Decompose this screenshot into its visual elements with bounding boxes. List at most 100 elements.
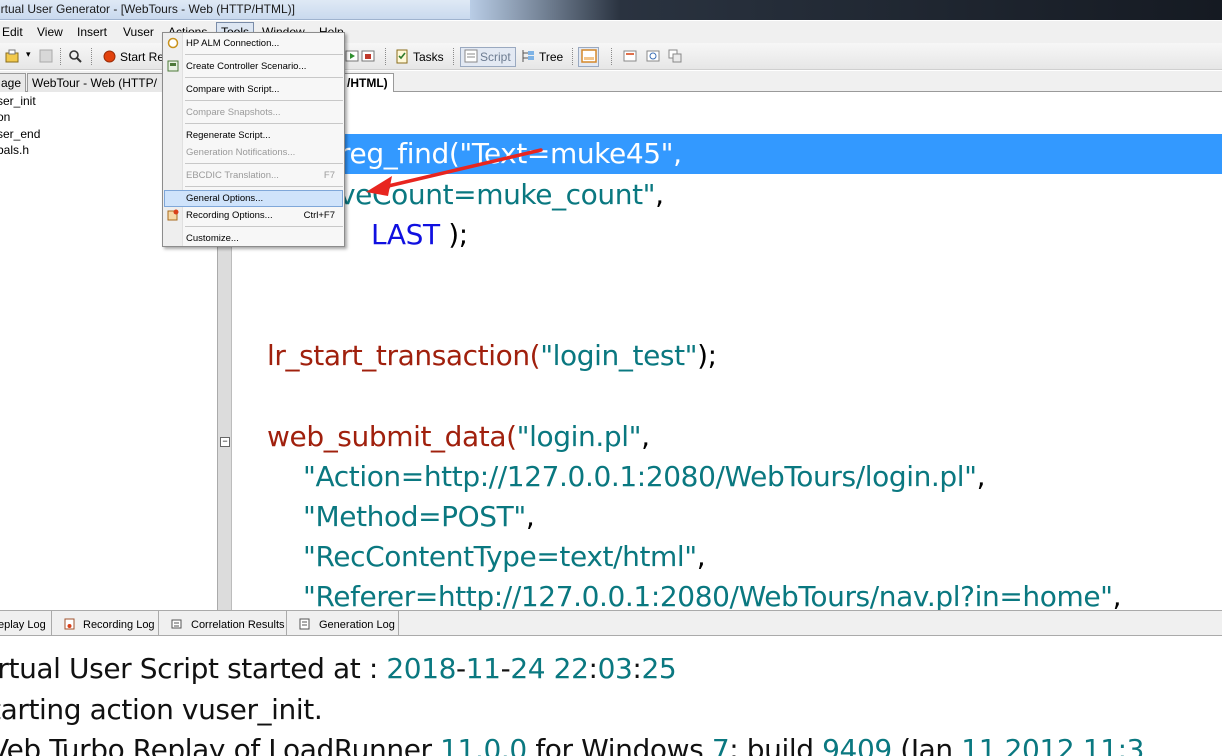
code-string: "RecContentType=text/html" <box>303 540 697 573</box>
toolbar-separator <box>572 48 573 65</box>
snapshot-icon[interactable] <box>645 48 661 64</box>
tab-generation-log[interactable]: Generation Log <box>288 611 399 636</box>
menu-item-shortcut: Ctrl+F7 <box>303 210 335 221</box>
correlation-results-icon <box>171 619 182 629</box>
tree-view-icon[interactable] <box>520 48 536 64</box>
code-string: "Text=muke45", <box>459 137 682 170</box>
code-punct: , <box>1112 580 1122 610</box>
menu-item-ebcdic-translation[interactable]: EBCDIC Translation... F7 <box>164 167 343 184</box>
tab-active-script[interactable]: /HTML) <box>344 73 394 93</box>
record-icon[interactable] <box>103 50 116 63</box>
code-line-content-type: "RecContentType=text/html", <box>303 540 706 573</box>
search-icon[interactable] <box>67 48 83 64</box>
menu-item-label: Compare with Script... <box>186 84 280 95</box>
menu-item-create-controller-scenario[interactable]: Create Controller Scenario... <box>164 58 343 75</box>
new-script-icon[interactable] <box>4 48 20 64</box>
log-line-turbo-replay: Veb Turbo Replay of LoadRunner 11.0.0 fo… <box>0 733 1144 756</box>
tree-view-button[interactable]: Tree <box>539 50 563 64</box>
tree-item-globals[interactable]: bals.h <box>0 143 29 157</box>
code-string: "login_test" <box>540 339 698 372</box>
controller-scenario-icon <box>167 60 179 72</box>
toolbar-separator <box>611 48 612 65</box>
tasks-button[interactable]: Tasks <box>413 50 444 64</box>
tab-start-page-label: age <box>1 76 22 90</box>
menu-item-customize[interactable]: Customize... <box>164 230 343 247</box>
windows-icon[interactable] <box>667 48 683 64</box>
tasks-icon[interactable] <box>394 48 410 64</box>
menu-item-recording-options[interactable]: Recording Options... Ctrl+F7 <box>164 207 343 224</box>
menu-separator <box>185 163 343 164</box>
tab-start-page[interactable]: age <box>0 73 26 92</box>
code-keyword: LAST <box>371 218 440 251</box>
code-line-referer: "Referer=http://127.0.0.1:2080/WebTours/… <box>303 580 1122 610</box>
code-line-start-transaction: lr_start_transaction("login_test"); <box>267 339 717 372</box>
menu-item-compare-with-script[interactable]: Compare with Script... <box>164 81 343 98</box>
script-editor[interactable]: reg_find("Text=muke45", veCount=muke_cou… <box>233 92 1222 610</box>
code-line-submit-data: web_submit_data("login.pl", <box>267 420 650 453</box>
menu-separator <box>185 186 343 187</box>
stop-icon[interactable] <box>360 48 376 64</box>
log-number: 11 <box>961 733 997 756</box>
menu-separator <box>185 226 343 227</box>
tab-label: Generation Log <box>319 619 395 631</box>
start-record-button[interactable]: Start Re <box>120 50 164 64</box>
log-number: 24 <box>510 652 546 685</box>
tab-active-script-label: /HTML) <box>347 76 388 90</box>
code-string: "Action=http://127.0.0.1:2080/WebTours/l… <box>303 460 977 493</box>
save-icon[interactable] <box>38 48 54 64</box>
code-punct: ); <box>439 218 468 251</box>
code-function: web_submit_data( <box>267 420 517 453</box>
alm-connection-icon <box>167 37 179 49</box>
run-icon[interactable] <box>344 48 360 64</box>
tab-webtours[interactable]: WebTour - Web (HTTP/ <box>27 73 163 92</box>
log-text: (Jan <box>891 733 962 756</box>
compare-icon[interactable] <box>622 48 638 64</box>
log-number: 03 <box>597 652 633 685</box>
log-text: - <box>456 652 466 685</box>
log-text: tarting action vuser_init. <box>0 693 323 726</box>
log-text: : <box>588 652 598 685</box>
menu-view[interactable]: View <box>37 25 63 39</box>
log-number: 25 <box>641 652 677 685</box>
code-string: "Referer=http://127.0.0.1:2080/WebTours/… <box>303 580 1113 610</box>
menu-item-regenerate-script[interactable]: Regenerate Script... <box>164 127 343 144</box>
code-line-action: "Action=http://127.0.0.1:2080/WebTours/l… <box>303 460 986 493</box>
menu-item-general-options[interactable]: General Options... <box>164 190 343 207</box>
dropdown-arrow-icon[interactable]: ▾ <box>26 49 31 60</box>
tab-correlation-results[interactable]: Correlation Results <box>160 611 287 636</box>
menu-separator <box>185 77 343 78</box>
window-title: irtual User Generator - [WebTours - Web … <box>0 2 295 16</box>
menu-item-shortcut: F7 <box>323 170 335 181</box>
log-line-started: irtual User Script started at : 2018-11-… <box>0 652 677 685</box>
log-text: ; build <box>729 733 823 756</box>
menu-edit[interactable]: Edit <box>2 25 23 39</box>
code-punct: , <box>641 420 650 453</box>
code-punct: , <box>696 540 706 573</box>
tree-item-action[interactable]: on <box>0 110 10 124</box>
tab-recording-log[interactable]: Recording Log <box>53 611 159 636</box>
script-view-icon <box>464 49 478 63</box>
menu-item-label: Regenerate Script... <box>186 130 271 141</box>
tab-label: Recording Log <box>83 619 155 631</box>
title-bar: irtual User Generator - [WebTours - Web … <box>0 0 1222 20</box>
tab-replay-log[interactable]: eplay Log <box>0 611 52 636</box>
tab-label: eplay Log <box>0 619 46 631</box>
tree-item-vuser-init[interactable]: ser_init <box>0 94 36 108</box>
menu-item-compare-snapshots[interactable]: Compare Snapshots... <box>164 104 343 121</box>
menu-item-hp-alm-connection[interactable]: HP ALM Connection... <box>164 35 343 52</box>
code-string: "login.pl" <box>516 420 642 453</box>
menu-item-label: HP ALM Connection... <box>186 38 280 49</box>
log-number: 11 <box>465 652 501 685</box>
replay-log-output: irtual User Script started at : 2018-11-… <box>0 637 1222 756</box>
collapse-icon[interactable]: − <box>220 437 230 447</box>
log-number: 7 <box>711 733 730 756</box>
log-number: 2012 <box>996 733 1075 756</box>
menu-insert[interactable]: Insert <box>77 25 107 39</box>
menu-vuser[interactable]: Vuser <box>123 25 154 39</box>
menu-separator <box>185 54 343 55</box>
code-line-last: LAST ); <box>371 218 468 251</box>
toolbar-separator <box>385 48 386 65</box>
tree-item-vuser-end[interactable]: ser_end <box>0 127 40 141</box>
menu-item-generation-notifications[interactable]: Generation Notifications... <box>164 144 343 161</box>
tab-webtours-label: WebTour - Web (HTTP/ <box>32 76 157 90</box>
